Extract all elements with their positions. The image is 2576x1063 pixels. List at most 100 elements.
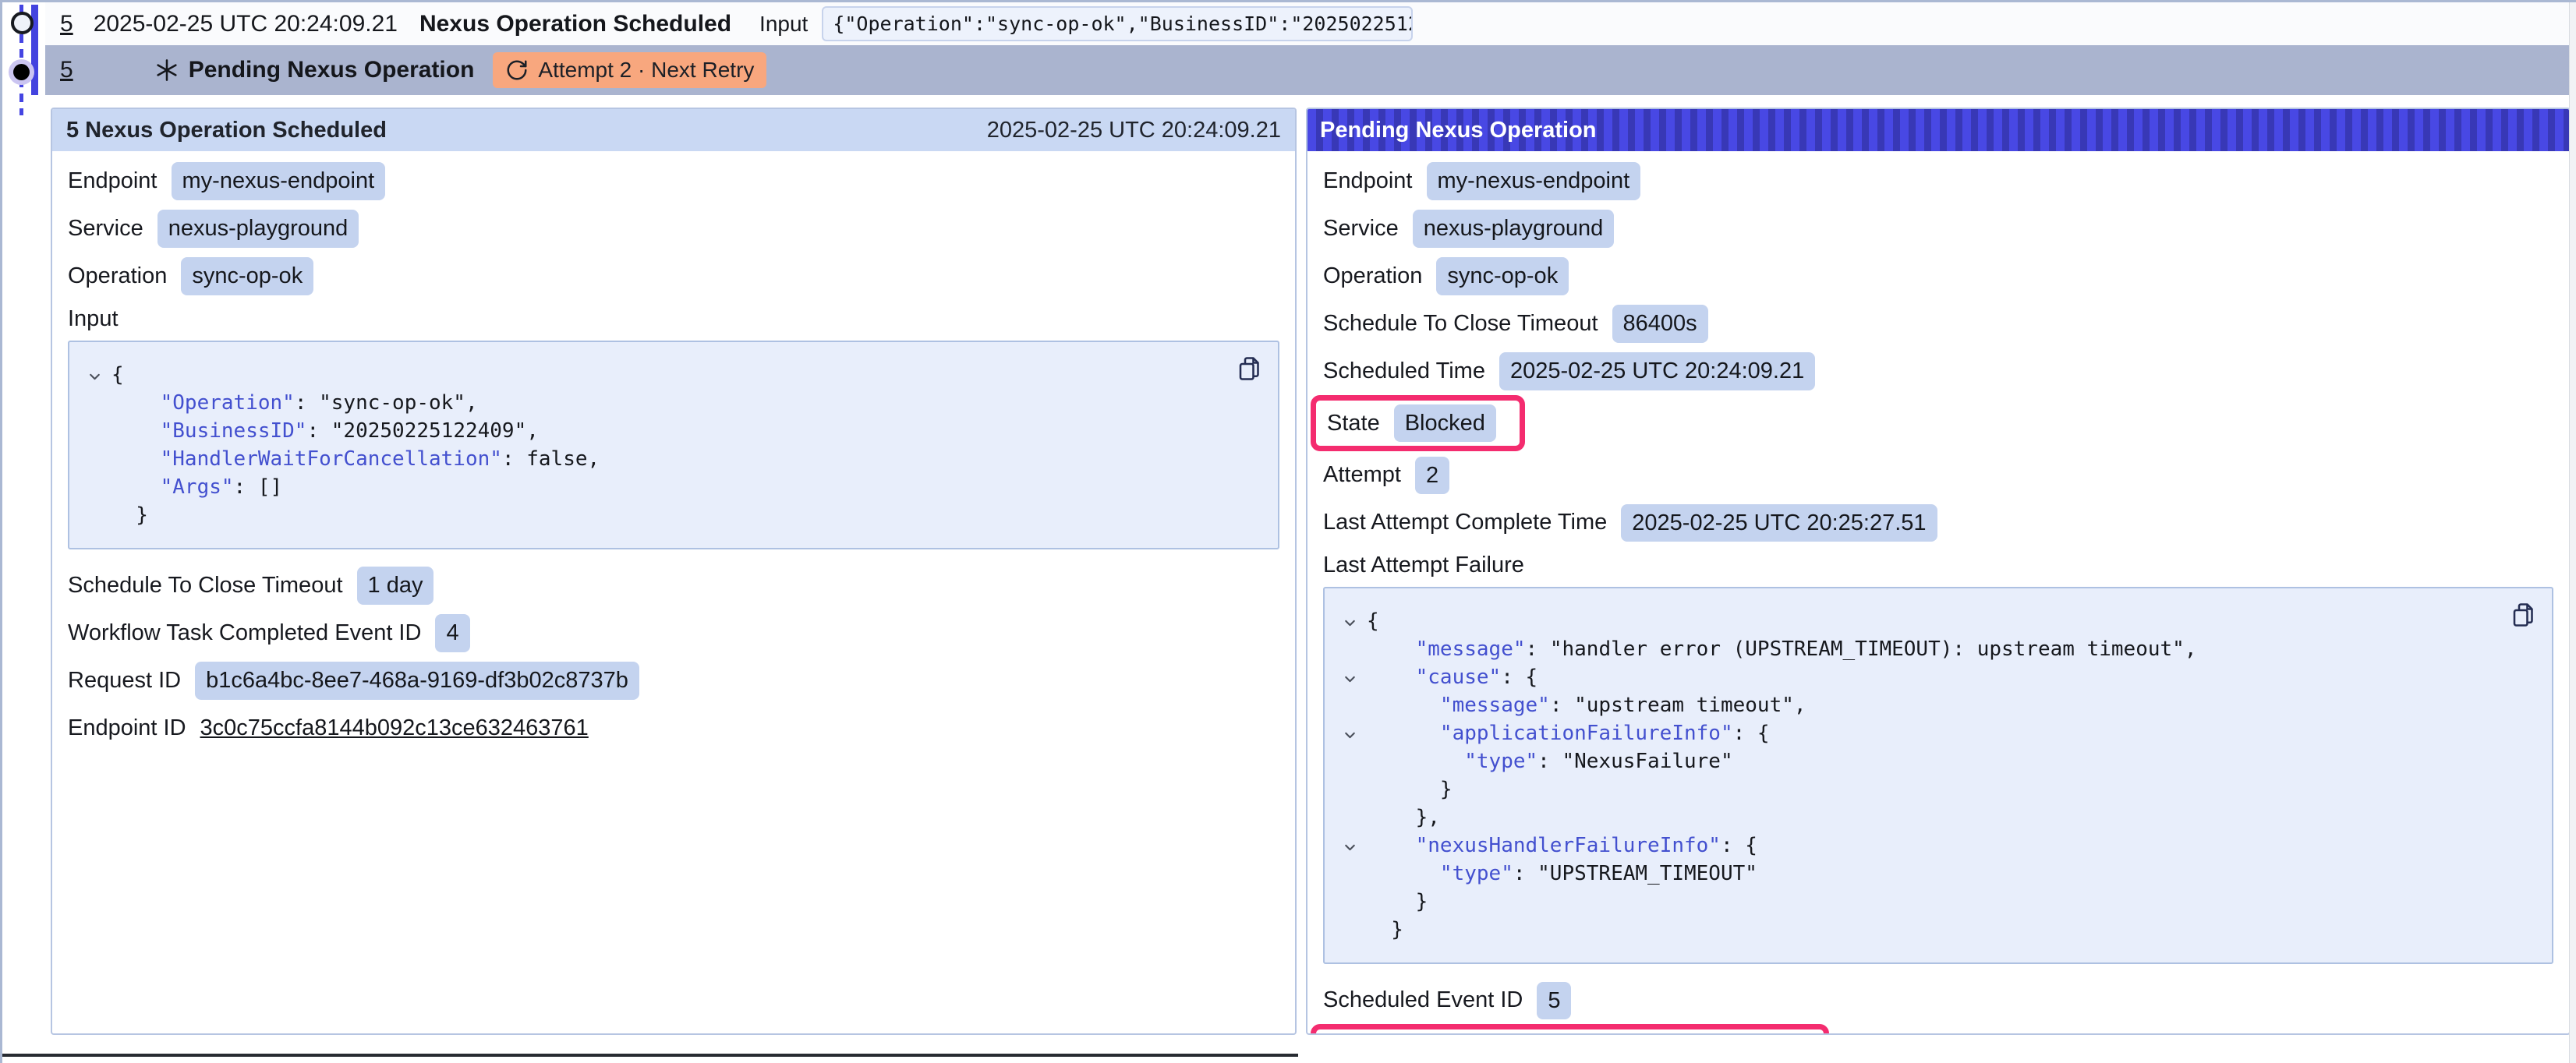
field-value-chip: 2025-02-25 UTC 20:24:09.21	[1499, 352, 1815, 390]
code-line: "message": "handler error (UPSTREAM_TIME…	[1332, 635, 2497, 663]
event-detail-panels: 5 Nexus Operation Scheduled 2025-02-25 U…	[51, 108, 2571, 1035]
input-section-label: Input	[68, 300, 1279, 337]
code-line: }	[1332, 888, 2497, 916]
code-text: "type": "NexusFailure"	[1367, 747, 1733, 775]
state-highlight-box: State Blocked	[1311, 395, 1525, 451]
field-last-attempt-complete-time: Last Attempt Complete Time 2025-02-25 UT…	[1323, 499, 2553, 546]
code-text: }	[1367, 916, 1403, 944]
pane-bottom-divider	[2, 1054, 1298, 1057]
field-value-chip: 2025-02-25 UTC 20:25:27.51	[1621, 504, 1937, 542]
field-endpoint: Endpoint my-nexus-endpoint	[68, 157, 1279, 205]
code-text: "Args": []	[111, 473, 282, 501]
code-line: {	[1332, 607, 2497, 635]
field-label: Schedule To Close Timeout	[1323, 311, 1598, 337]
code-line: "Operation": "sync-op-ok",	[77, 389, 1223, 417]
field-label: Scheduled Event ID	[1323, 987, 1523, 1013]
code-text: }	[1367, 888, 1428, 916]
scrollbar[interactable]	[2569, 2, 2576, 1063]
code-line: {	[77, 361, 1223, 389]
chevron-down-icon[interactable]	[1332, 832, 1367, 860]
chevron-down-icon[interactable]	[1332, 663, 1367, 691]
failure-json-viewer: { "message": "handler error (UPSTREAM_TI…	[1323, 587, 2553, 964]
code-line: }	[1332, 916, 2497, 944]
event-open-circle-icon	[11, 12, 34, 34]
code-gutter	[1332, 916, 1367, 944]
field-label: Operation	[68, 263, 167, 289]
field-label: Endpoint	[1323, 168, 1413, 194]
field-value-chip: 1 day	[357, 567, 434, 604]
field-label: State	[1327, 411, 1380, 436]
code-text: "cause": {	[1367, 663, 1537, 691]
field-service: Service nexus-playground	[1323, 205, 2553, 253]
event-history-view: 5 2025-02-25 UTC 20:24:09.21 Nexus Opera…	[0, 0, 2576, 1063]
code-text: },	[1367, 803, 1440, 832]
input-inline-label: Input	[759, 12, 808, 37]
copy-icon	[1236, 355, 1264, 383]
copy-icon	[2510, 601, 2538, 629]
code-gutter	[1332, 747, 1367, 775]
field-operation: Operation sync-op-ok	[1323, 253, 2553, 300]
endpoint-id-link[interactable]: 3c0c75ccfa8144b092c13ce632463761	[200, 715, 589, 741]
code-gutter	[77, 501, 111, 529]
event-id-link[interactable]: 5	[60, 57, 73, 83]
field-schedule-to-close-timeout: Schedule To Close Timeout 1 day	[68, 562, 1279, 609]
panel-title: 5 Nexus Operation Scheduled	[66, 118, 387, 143]
code-text: }	[111, 501, 148, 529]
code-line: "BusinessID": "20250225122409",	[77, 417, 1223, 445]
field-label: Service	[1323, 216, 1399, 242]
field-scheduled-time: Scheduled Time 2025-02-25 UTC 20:24:09.2…	[1323, 348, 2553, 395]
event-timestamp: 2025-02-25 UTC 20:24:09.21	[94, 11, 398, 37]
field-attempt: Attempt 2	[1323, 451, 2553, 499]
event-id-link[interactable]: 5	[60, 11, 73, 37]
field-state: State Blocked	[1323, 395, 2553, 451]
code-line: }	[1332, 775, 2497, 803]
code-gutter	[1332, 860, 1367, 888]
code-text: "Operation": "sync-op-ok",	[111, 389, 478, 417]
copy-button[interactable]	[2507, 598, 2541, 634]
field-value-chip: 2	[1415, 457, 1449, 494]
code-gutter	[77, 417, 111, 445]
last-attempt-failure-label: Last Attempt Failure	[1323, 546, 2553, 584]
code-gutter	[77, 389, 111, 417]
code-line: }	[77, 501, 1223, 529]
code-line: "applicationFailureInfo": {	[1332, 719, 2497, 747]
input-json-viewer: { "Operation": "sync-op-ok", "BusinessID…	[68, 341, 1279, 549]
scheduled-panel-header: 5 Nexus Operation Scheduled 2025-02-25 U…	[52, 109, 1295, 151]
code-text: "message": "handler error (UPSTREAM_TIME…	[1367, 635, 2196, 663]
event-title: Pending Nexus Operation	[189, 57, 475, 83]
chevron-down-icon[interactable]	[77, 361, 111, 389]
blocked-reason-value-chip: The circuit breaker is open.	[1506, 1033, 1800, 1035]
event-row-scheduled[interactable]: 5 2025-02-25 UTC 20:24:09.21 Nexus Opera…	[45, 2, 2571, 45]
blocked-reason-highlight-box: Blocked Reason The circuit breaker is op…	[1311, 1024, 1829, 1035]
field-label: Endpoint	[68, 168, 157, 194]
event-row-pending[interactable]: 5 Pending Nexus Operation Attempt 2 · Ne…	[45, 45, 2571, 95]
code-gutter	[77, 473, 111, 501]
field-label: Schedule To Close Timeout	[68, 573, 343, 599]
copy-button[interactable]	[1233, 351, 1267, 388]
field-schedule-to-close-timeout: Schedule To Close Timeout 86400s	[1323, 300, 2553, 348]
chevron-down-icon[interactable]	[1332, 607, 1367, 635]
field-value-chip: b1c6a4bc-8ee7-468a-9169-df3b02c8737b	[195, 662, 639, 699]
field-endpoint: Endpoint my-nexus-endpoint	[1323, 157, 2553, 205]
field-label: Service	[68, 216, 143, 242]
code-text: "applicationFailureInfo": {	[1367, 719, 1770, 747]
field-label: Workflow Task Completed Event ID	[68, 620, 421, 646]
code-line: "message": "upstream timeout",	[1332, 691, 2497, 719]
event-timeline	[2, 5, 45, 122]
code-gutter	[77, 445, 111, 473]
field-value-chip: nexus-playground	[1413, 210, 1615, 247]
scheduled-panel-body: Endpoint my-nexus-endpoint Service nexus…	[52, 151, 1295, 752]
field-value-chip: sync-op-ok	[1436, 257, 1569, 295]
field-value-chip: nexus-playground	[157, 210, 359, 247]
code-gutter	[1332, 635, 1367, 663]
retry-badge: Attempt 2 · Next Retry	[493, 52, 766, 88]
chevron-down-icon[interactable]	[1332, 719, 1367, 747]
code-text: "HandlerWaitForCancellation": false,	[111, 445, 600, 473]
code-line: "Args": []	[77, 473, 1223, 501]
code-line: "type": "NexusFailure"	[1332, 747, 2497, 775]
pending-panel-body: Endpoint my-nexus-endpoint Service nexus…	[1307, 151, 2569, 1035]
input-json-code: { "Operation": "sync-op-ok", "BusinessID…	[77, 361, 1223, 529]
event-title: Nexus Operation Scheduled	[419, 11, 731, 37]
code-line: "type": "UPSTREAM_TIMEOUT"	[1332, 860, 2497, 888]
pending-operation-panel: Pending Nexus Operation Endpoint my-nexu…	[1306, 108, 2571, 1035]
